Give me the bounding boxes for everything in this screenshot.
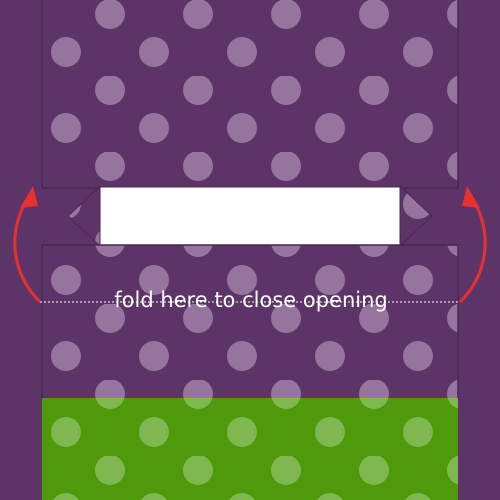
sewing-diagram: fold here to close opening [0,0,500,500]
top-fabric-panel [41,0,459,189]
turning-opening [99,186,401,246]
green-lining-panel [42,398,458,500]
bottom-fabric-panel [41,244,459,400]
fold-label: fold here to close opening [114,288,387,312]
